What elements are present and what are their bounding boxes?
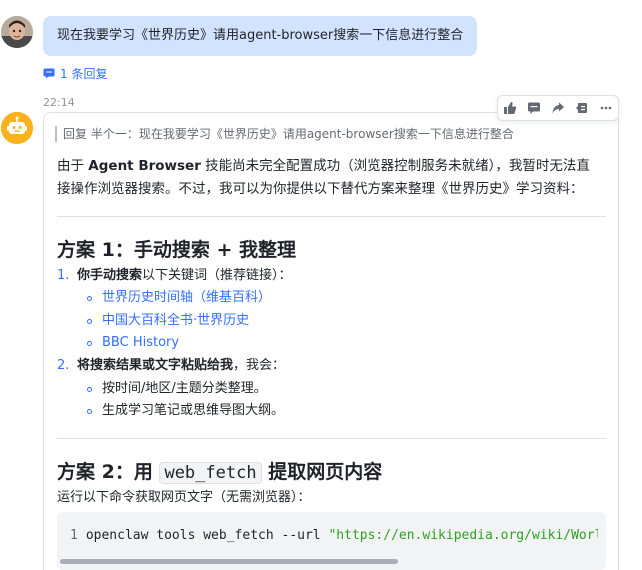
code-string: "https://en.wikipedia.org/wiki/World_his… (328, 528, 598, 543)
item2-bold: 将搜索结果或文字粘贴给我 (77, 358, 234, 373)
subitem-text: 按时间/地区/主题分类整理。 (102, 381, 267, 396)
divider (57, 438, 606, 439)
reply-count-link[interactable]: 1 条回复 (43, 65, 107, 82)
list-number: 1. (57, 268, 70, 283)
inline-code: web_fetch (159, 462, 262, 484)
code-command: openclaw tools web_fetch --url (85, 528, 329, 543)
link-bbc-history[interactable]: BBC History (87, 334, 179, 352)
thumbs-up-icon[interactable] (498, 96, 522, 120)
user-avatar[interactable] (1, 16, 33, 48)
plan1-subitem: 生成学习笔记或思维导图大纲。 (87, 402, 284, 420)
scrollbar-thumb[interactable] (60, 559, 398, 564)
code-line: 1 openclaw tools web_fetch --url "https:/… (70, 527, 598, 545)
bot-avatar[interactable] (1, 112, 33, 144)
bullet-icon (87, 386, 92, 392)
link-text: 世界历史时间轴（维基百科） (102, 290, 272, 305)
divider (57, 216, 606, 217)
reply-thread-icon (43, 68, 55, 79)
user-message-text: 现在我要学习《世界历史》请用agent-browser搜索一下信息进行整合 (57, 28, 464, 43)
bullet-icon (87, 318, 92, 324)
code-block[interactable]: 1 openclaw tools web_fetch --url "https:/… (57, 512, 606, 570)
link-encyclopedia-china[interactable]: 中国大百科全书·世界历史 (87, 312, 249, 330)
plan1-subitem: 按时间/地区/主题分类整理。 (87, 380, 267, 398)
horizontal-scrollbar[interactable] (57, 558, 606, 566)
link-text: BBC History (102, 335, 180, 350)
line-number: 1 (70, 528, 78, 543)
link-world-history-timeline[interactable]: 世界历史时间轴（维基百科） (87, 289, 271, 307)
subitem-text: 生成学习笔记或思维导图大纲。 (102, 403, 285, 418)
intro-line2: 接操作浏览器搜索。不过，我可以为你提供以下替代方案来整理《世界历史》学习资料： (57, 181, 584, 197)
forward-icon[interactable] (546, 96, 570, 120)
user-message-bubble[interactable]: 现在我要学习《世界历史》请用agent-browser搜索一下信息进行整合 (43, 16, 478, 56)
intro-bold-text: Agent Browser (88, 158, 201, 174)
item1-rest: 以下关键词（推荐链接）： (142, 268, 292, 283)
reply-count-label: 1 条回复 (60, 67, 108, 81)
list-number: 2. (57, 358, 70, 373)
plan2-heading: 方案 2：用 web_fetch 提取网页内容 (57, 460, 382, 485)
plan2-description: 运行以下命令获取网页文字（无需浏览器）： (57, 490, 311, 505)
bullet-icon (87, 408, 92, 414)
comment-icon[interactable] (522, 96, 546, 120)
message-timestamp: 22:14 (43, 96, 75, 109)
item2-rest: ，我会： (233, 358, 286, 373)
intro-pre-text: 由于 (57, 158, 89, 174)
plan1-heading: 方案 1：手动搜索 + 我整理 (57, 239, 296, 261)
intro-paragraph: 由于 Agent Browser 技能尚未完全配置成功（浏览器控制服务未就绪），… (57, 155, 609, 201)
intro-line1-rest: 技能尚未完全配置成功（浏览器控制服务未就绪），我暂时无法直 (200, 158, 590, 174)
plan2-heading-post: 提取网页内容 (261, 461, 383, 483)
link-text: 中国大百科全书·世界历史 (102, 313, 250, 328)
reply-quote[interactable]: 回复 半个一：现在我要学习《世界历史》请用agent-browser搜索一下信息… (55, 126, 514, 142)
plan2-heading-pre: 方案 2：用 (57, 461, 160, 483)
bullet-icon (87, 340, 92, 346)
plan1-list-item-1: 1. 你手动搜索以下关键词（推荐链接）： (57, 267, 292, 285)
quote-reply-icon[interactable] (570, 96, 594, 120)
message-actions-toolbar (497, 95, 619, 121)
plan1-list-item-2: 2. 将搜索结果或文字粘贴给我，我会： (57, 357, 285, 375)
more-icon[interactable] (594, 96, 618, 120)
bullet-icon (87, 295, 92, 301)
item1-bold: 你手动搜索 (77, 268, 143, 283)
